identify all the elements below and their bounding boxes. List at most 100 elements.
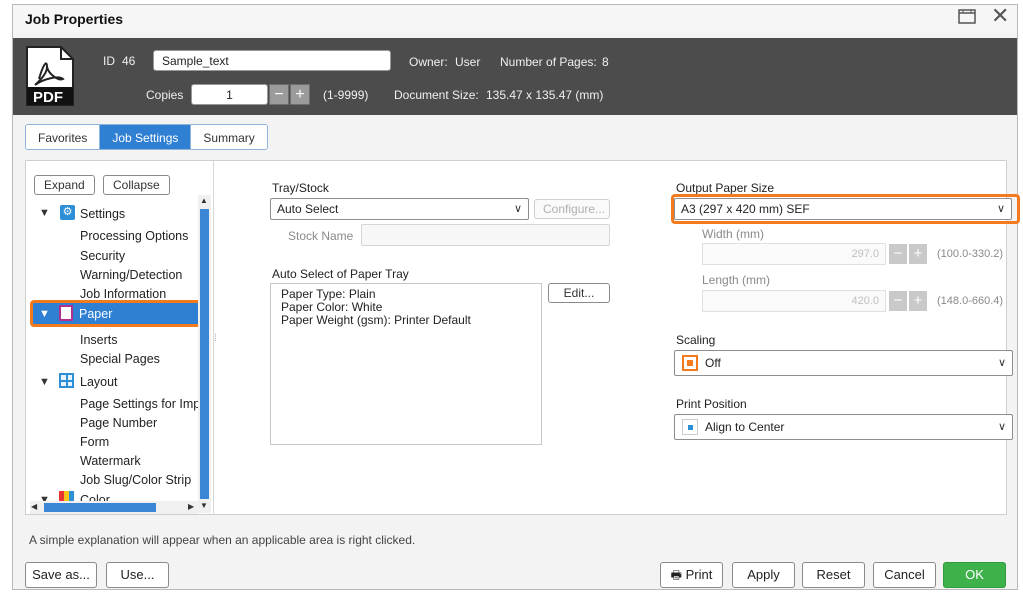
tab-summary[interactable]: Summary xyxy=(191,125,267,149)
use-button[interactable]: Use... xyxy=(106,562,169,588)
scaling-icon xyxy=(682,355,698,371)
scroll-up-icon[interactable]: ▲ xyxy=(200,196,208,205)
tree-item-special-pages[interactable]: Special Pages xyxy=(80,352,198,366)
title-bar: Job Properties ✕ xyxy=(13,5,1017,33)
doc-size-label: Document Size: xyxy=(394,88,479,102)
tree-item-settings[interactable]: Settings xyxy=(80,207,125,221)
id-label: ID xyxy=(103,54,115,68)
tree-item-color[interactable]: Color xyxy=(80,493,190,501)
status-bar: A simple explanation will appear when an… xyxy=(29,533,416,547)
chevron-down-icon: ∨ xyxy=(997,357,1006,369)
tree-item-job-information[interactable]: Job Information xyxy=(80,287,198,301)
window-title: Job Properties xyxy=(25,11,124,27)
layout-icon xyxy=(59,373,74,388)
maximize-icon[interactable] xyxy=(958,8,976,28)
paper-highlight xyxy=(30,300,202,327)
width-label: Width (mm) xyxy=(702,227,764,241)
collapse-button[interactable]: Collapse xyxy=(103,175,170,195)
settings-icon: ⚙ xyxy=(60,205,75,220)
paper-tray-info-box: Paper Type: Plain Paper Color: White Pap… xyxy=(270,283,542,445)
tab-bar: Favorites Job Settings Summary xyxy=(25,124,268,150)
color-icon xyxy=(59,491,74,501)
scroll-down-icon[interactable]: ▼ xyxy=(200,501,208,510)
job-name-input[interactable] xyxy=(153,50,391,71)
reset-button[interactable]: Reset xyxy=(802,562,865,588)
chevron-down-icon: ∨ xyxy=(997,421,1006,433)
scroll-left-icon[interactable]: ◀ xyxy=(31,502,37,511)
width-input[interactable]: 297.0 xyxy=(702,243,886,265)
chevron-down-icon[interactable]: ▼ xyxy=(39,207,50,219)
auto-select-label: Auto Select of Paper Tray xyxy=(272,267,409,281)
length-range: (148.0-660.4) xyxy=(937,295,1004,307)
length-decrement-button[interactable]: − xyxy=(889,291,907,311)
chevron-down-icon[interactable]: ▼ xyxy=(39,376,50,388)
length-label: Length (mm) xyxy=(702,273,771,287)
length-input[interactable]: 420.0 xyxy=(702,290,886,312)
pages-label: Number of Pages: xyxy=(500,55,597,69)
tree-item-security[interactable]: Security xyxy=(80,249,198,263)
tray-stock-select[interactable]: Auto Select ∨ xyxy=(270,198,529,220)
apply-button[interactable]: Apply xyxy=(732,562,795,588)
tree-item-processing-options[interactable]: Processing Options xyxy=(80,229,198,243)
scaling-value: Off xyxy=(705,356,721,370)
scaling-select[interactable]: Off ∨ xyxy=(674,350,1013,376)
tree-item-job-slug[interactable]: Job Slug/Color Strip xyxy=(80,473,198,487)
printer-icon: 🖶 xyxy=(670,568,682,582)
cancel-button[interactable]: Cancel xyxy=(873,562,936,588)
tree-horizontal-scroll-thumb[interactable] xyxy=(44,503,156,512)
tree-item-page-number[interactable]: Page Number xyxy=(80,416,198,430)
splitter-handle-icon[interactable]: ⁞ xyxy=(214,333,217,344)
tree-item-inserts[interactable]: Inserts xyxy=(80,333,198,347)
edit-button[interactable]: Edit... xyxy=(548,283,610,303)
chevron-down-icon: ∨ xyxy=(513,203,522,215)
scaling-label: Scaling xyxy=(676,333,716,347)
job-properties-window: Job Properties ✕ PDF ID 46 Owner: User N… xyxy=(12,4,1020,590)
owner-label: Owner: xyxy=(409,55,448,69)
doc-size-value: 135.47 x 135.47 (mm) xyxy=(486,88,604,102)
configure-button[interactable]: Configure... xyxy=(534,199,610,219)
settings-content: Expand Collapse ▼ ⚙ Settings Processing … xyxy=(25,160,1020,515)
id-value: 46 xyxy=(122,54,136,68)
width-decrement-button[interactable]: − xyxy=(889,244,907,264)
width-range: (100.0-330.2) xyxy=(937,248,1004,260)
tab-favorites[interactable]: Favorites xyxy=(26,125,101,149)
print-button-label: Print xyxy=(685,567,713,582)
length-increment-button[interactable]: + xyxy=(909,291,927,311)
tree-item-page-settings[interactable]: Page Settings for Imposition xyxy=(80,397,198,411)
stock-name-input[interactable] xyxy=(361,224,610,246)
owner-value: User xyxy=(455,55,481,69)
tree-item-form[interactable]: Form xyxy=(80,435,198,449)
save-as-button[interactable]: Save as... xyxy=(25,562,97,588)
tray-stock-label: Tray/Stock xyxy=(272,181,329,195)
tray-stock-value: Auto Select xyxy=(277,202,339,216)
tab-job-settings[interactable]: Job Settings xyxy=(100,125,192,149)
close-icon[interactable]: ✕ xyxy=(991,5,1009,27)
print-position-value: Align to Center xyxy=(705,420,785,434)
tree-item-layout[interactable]: Layout xyxy=(80,375,118,389)
scroll-right-icon[interactable]: ▶ xyxy=(188,502,194,511)
tree-item-warning-detection[interactable]: Warning/Detection xyxy=(80,268,198,282)
pdf-icon-label: PDF xyxy=(33,89,63,106)
align-center-icon xyxy=(682,419,698,435)
print-button[interactable]: 🖶 Print xyxy=(660,562,723,588)
expand-button[interactable]: Expand xyxy=(34,175,95,195)
paper-weight-text: Paper Weight (gsm): Printer Default xyxy=(281,313,471,327)
job-header: PDF ID 46 Owner: User Number of Pages: 8… xyxy=(13,38,1017,115)
stock-name-label: Stock Name xyxy=(288,229,354,243)
copies-range: (1-9999) xyxy=(323,88,369,102)
tree-vertical-scrollbar[interactable]: ▲ ▼ xyxy=(198,195,211,513)
settings-tree: Expand Collapse ▼ ⚙ Settings Processing … xyxy=(26,161,214,514)
copies-input[interactable] xyxy=(191,84,268,105)
tree-item-watermark[interactable]: Watermark xyxy=(80,454,198,468)
print-position-select[interactable]: Align to Center ∨ xyxy=(674,414,1013,440)
copies-decrement-button[interactable]: − xyxy=(269,84,289,105)
ok-button[interactable]: OK xyxy=(943,562,1006,588)
width-increment-button[interactable]: + xyxy=(909,244,927,264)
copies-increment-button[interactable]: + xyxy=(290,84,310,105)
copies-label: Copies xyxy=(146,88,184,102)
tree-horizontal-scrollbar[interactable]: ◀ ▶ xyxy=(30,501,198,514)
pages-value: 8 xyxy=(602,55,609,69)
output-size-highlight xyxy=(671,194,1020,224)
tree-vertical-scroll-thumb[interactable] xyxy=(200,209,209,499)
print-position-label: Print Position xyxy=(676,397,747,411)
